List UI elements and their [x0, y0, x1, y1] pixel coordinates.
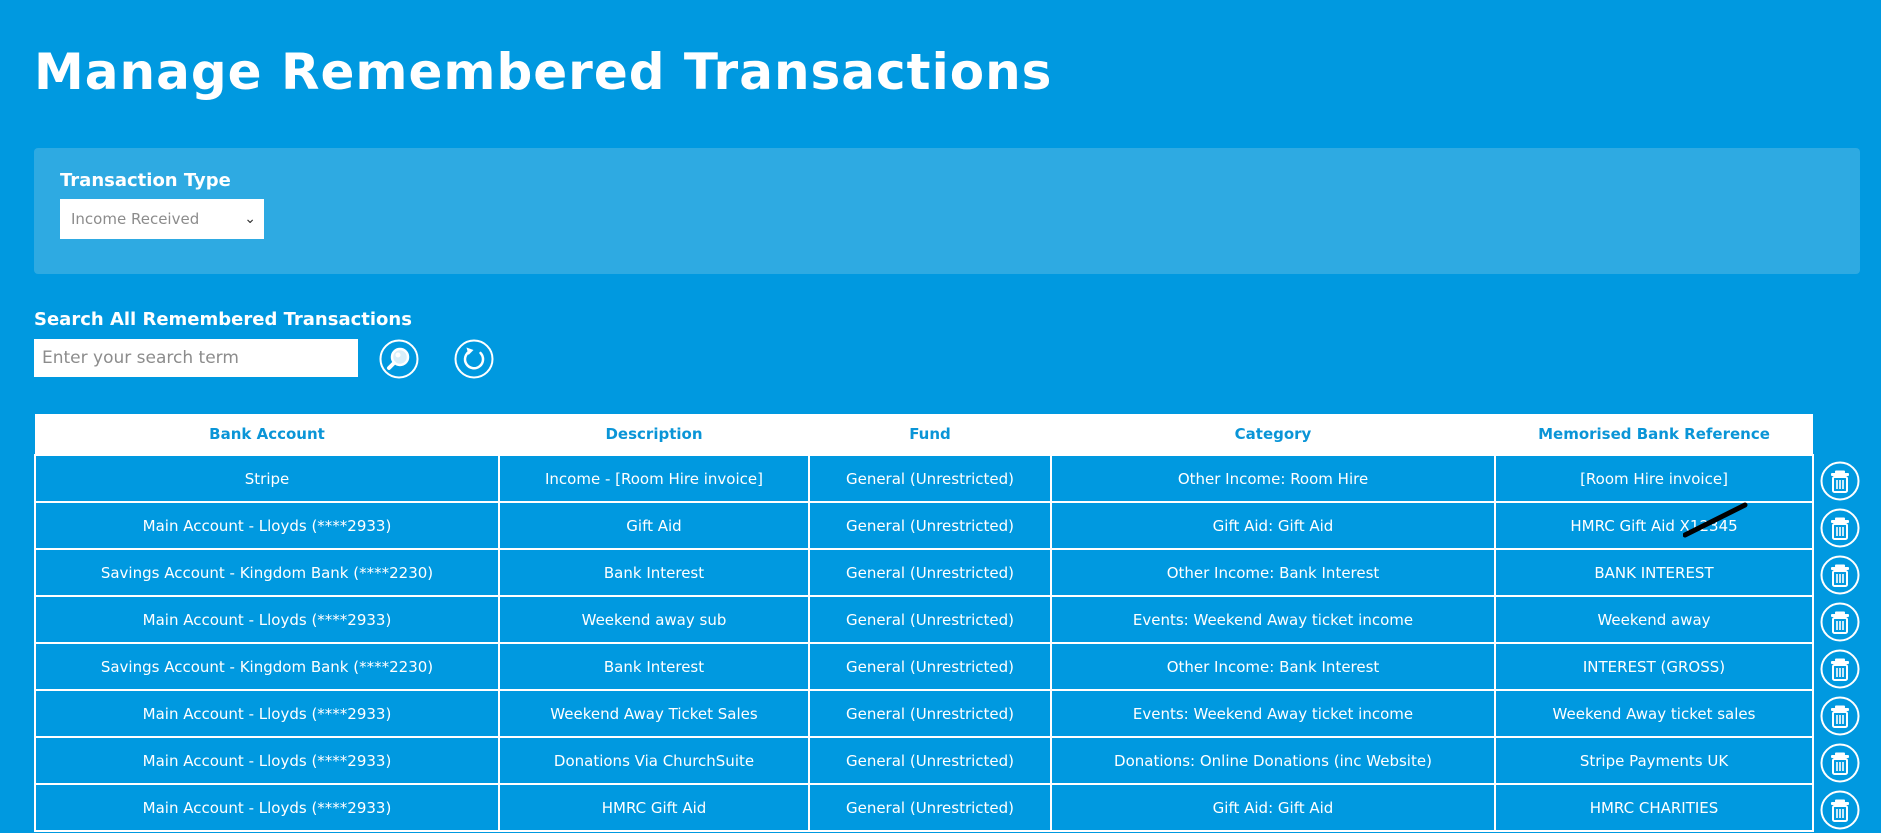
search-button[interactable]: [379, 339, 419, 379]
chevron-down-icon: ⌄: [244, 211, 256, 227]
magnifier-icon: [379, 339, 419, 379]
table-row[interactable]: Main Account - Lloyds (****2933) HMRC Gi…: [34, 783, 1814, 832]
delete-row-button[interactable]: [1820, 461, 1860, 501]
table-row[interactable]: Main Account - Lloyds (****2933) Weekend…: [34, 595, 1814, 644]
description-cell: Bank Interest: [498, 642, 810, 691]
table-row[interactable]: Stripe Income - [Room Hire invoice] Gene…: [34, 454, 1814, 503]
table-row[interactable]: Savings Account - Kingdom Bank (****2230…: [34, 548, 1814, 597]
description-cell: Income - [Room Hire invoice]: [498, 454, 810, 503]
category-cell: Events: Weekend Away ticket income: [1050, 595, 1496, 644]
transaction-type-value: Income Received: [71, 210, 200, 228]
trash-icon: [1820, 602, 1860, 641]
transaction-type-label: Transaction Type: [60, 170, 231, 191]
description-cell: HMRC Gift Aid: [498, 783, 810, 832]
page-title: Manage Remembered Transactions: [34, 43, 1053, 101]
reference-cell: INTEREST (GROSS): [1494, 642, 1814, 691]
table-row[interactable]: Main Account - Lloyds (****2933) Donatio…: [34, 736, 1814, 785]
column-header-description[interactable]: Description: [499, 414, 809, 456]
reset-button[interactable]: [454, 339, 494, 379]
refresh-icon: [454, 339, 494, 379]
trash-icon: [1820, 461, 1860, 500]
filter-panel: Transaction Type Income Received ⌄: [34, 148, 1860, 274]
search-input[interactable]: [34, 339, 358, 377]
column-header-category[interactable]: Category: [1051, 414, 1495, 456]
trash-icon: [1820, 555, 1860, 594]
category-cell: Donations: Online Donations (inc Website…: [1050, 736, 1496, 785]
fund-cell: General (Unrestricted): [808, 736, 1052, 785]
search-label: Search All Remembered Transactions: [34, 309, 412, 330]
column-header-memorised-reference[interactable]: Memorised Bank Reference: [1495, 414, 1813, 456]
fund-cell: General (Unrestricted): [808, 642, 1052, 691]
reference-cell: Weekend away: [1494, 595, 1814, 644]
bank-account-cell: Main Account - Lloyds (****2933): [34, 501, 500, 550]
reference-cell: Weekend Away ticket sales: [1494, 689, 1814, 738]
transaction-type-select[interactable]: Income Received ⌄: [60, 199, 264, 239]
bank-account-cell: Stripe: [34, 454, 500, 503]
description-cell: Gift Aid: [498, 501, 810, 550]
trash-icon: [1820, 696, 1860, 735]
bank-account-cell: Main Account - Lloyds (****2933): [34, 689, 500, 738]
delete-row-button[interactable]: [1820, 649, 1860, 689]
transactions-table: Bank Account Description Fund Category M…: [34, 414, 1814, 832]
description-cell: Weekend away sub: [498, 595, 810, 644]
fund-cell: General (Unrestricted): [808, 595, 1052, 644]
category-cell: Other Income: Bank Interest: [1050, 642, 1496, 691]
category-cell: Other Income: Room Hire: [1050, 454, 1496, 503]
trash-icon: [1820, 649, 1860, 688]
category-cell: Events: Weekend Away ticket income: [1050, 689, 1496, 738]
column-header-bank-account[interactable]: Bank Account: [35, 414, 499, 456]
fund-cell: General (Unrestricted): [808, 783, 1052, 832]
delete-row-button[interactable]: [1820, 696, 1860, 736]
table-row[interactable]: Savings Account - Kingdom Bank (****2230…: [34, 642, 1814, 691]
delete-row-button[interactable]: [1820, 790, 1860, 830]
bank-account-cell: Main Account - Lloyds (****2933): [34, 736, 500, 785]
description-cell: Weekend Away Ticket Sales: [498, 689, 810, 738]
description-cell: Bank Interest: [498, 548, 810, 597]
trash-icon: [1820, 790, 1860, 829]
column-header-fund[interactable]: Fund: [809, 414, 1051, 456]
reference-cell: BANK INTEREST: [1494, 548, 1814, 597]
table-header-row: Bank Account Description Fund Category M…: [35, 414, 1813, 456]
fund-cell: General (Unrestricted): [808, 689, 1052, 738]
fund-cell: General (Unrestricted): [808, 501, 1052, 550]
reference-cell: [Room Hire invoice]: [1494, 454, 1814, 503]
fund-cell: General (Unrestricted): [808, 548, 1052, 597]
reference-cell: HMRC Gift Aid X12345: [1494, 501, 1814, 550]
reference-cell: HMRC CHARITIES: [1494, 783, 1814, 832]
delete-row-button[interactable]: [1820, 602, 1860, 642]
delete-row-button[interactable]: [1820, 555, 1860, 595]
table-row[interactable]: Main Account - Lloyds (****2933) Gift Ai…: [34, 501, 1814, 550]
bank-account-cell: Savings Account - Kingdom Bank (****2230…: [34, 548, 500, 597]
category-cell: Other Income: Bank Interest: [1050, 548, 1496, 597]
description-cell: Donations Via ChurchSuite: [498, 736, 810, 785]
bank-account-cell: Savings Account - Kingdom Bank (****2230…: [34, 642, 500, 691]
trash-icon: [1820, 508, 1860, 547]
trash-icon: [1820, 743, 1860, 782]
fund-cell: General (Unrestricted): [808, 454, 1052, 503]
category-cell: Gift Aid: Gift Aid: [1050, 783, 1496, 832]
delete-row-button[interactable]: [1820, 743, 1860, 783]
category-cell: Gift Aid: Gift Aid: [1050, 501, 1496, 550]
bank-account-cell: Main Account - Lloyds (****2933): [34, 595, 500, 644]
bank-account-cell: Main Account - Lloyds (****2933): [34, 783, 500, 832]
table-row[interactable]: Main Account - Lloyds (****2933) Weekend…: [34, 689, 1814, 738]
reference-cell: Stripe Payments UK: [1494, 736, 1814, 785]
delete-row-button[interactable]: [1820, 508, 1860, 548]
